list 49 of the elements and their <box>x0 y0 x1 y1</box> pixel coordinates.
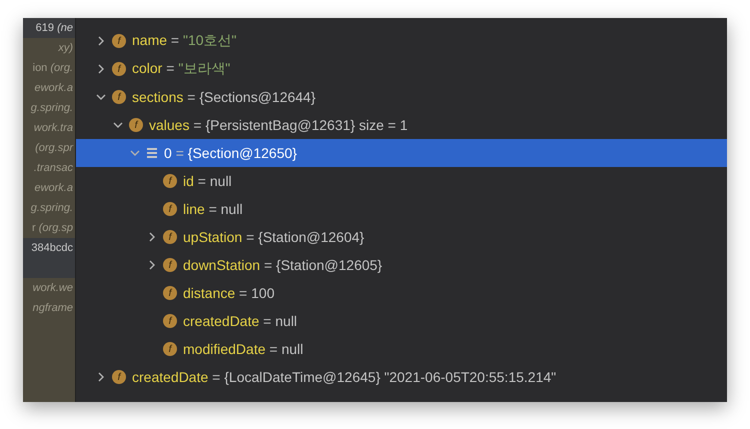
variable-text: 0 = {Section@12650} <box>164 145 297 161</box>
chevron-right-icon[interactable] <box>96 64 106 74</box>
chevron-right-icon[interactable] <box>96 372 106 382</box>
field-icon: f <box>163 286 177 300</box>
variable-text: sections = {Sections@12644} <box>132 89 316 105</box>
field-icon: f <box>129 118 143 132</box>
variable-text: createdDate = {LocalDateTime@12645} "2021-06-05T20:55:15.214" <box>132 369 556 385</box>
variable-text: distance = 100 <box>183 285 274 301</box>
variable-row[interactable]: f line = null <box>76 195 727 223</box>
variable-row[interactable]: f name = "10호선" <box>76 27 727 55</box>
variable-text: values = {PersistentBag@12631} size = 1 <box>149 117 408 133</box>
variable-row[interactable]: f createdDate = null <box>76 307 727 335</box>
variable-row[interactable]: 0 = {Section@12650} <box>76 139 727 167</box>
variable-row[interactable]: f id = null <box>76 167 727 195</box>
field-icon: f <box>163 258 177 272</box>
variable-text: id = null <box>183 173 232 189</box>
field-icon: f <box>163 202 177 216</box>
variable-text: line = null <box>183 201 243 217</box>
frames-gap <box>23 258 75 278</box>
field-icon: f <box>112 90 126 104</box>
field-icon: f <box>112 34 126 48</box>
field-icon: f <box>163 342 177 356</box>
variable-row[interactable]: f color = "보라색" <box>76 55 727 83</box>
field-icon: f <box>112 370 126 384</box>
field-icon: f <box>163 174 177 188</box>
variable-row[interactable]: f distance = 100 <box>76 279 727 307</box>
chevron-right-icon[interactable] <box>96 36 106 46</box>
variable-text: upStation = {Station@12604} <box>183 229 364 245</box>
variable-text: downStation = {Station@12605} <box>183 257 382 273</box>
variable-text: modifiedDate = null <box>183 341 304 357</box>
variable-row[interactable]: f values = {PersistentBag@12631} size = 1 <box>76 111 727 139</box>
chevron-right-icon[interactable] <box>147 232 157 242</box>
list-icon <box>146 147 158 159</box>
variable-row[interactable]: f sections = {Sections@12644} <box>76 83 727 111</box>
variable-text: color = "보라색" <box>132 60 230 78</box>
chevron-right-icon[interactable] <box>147 260 157 270</box>
variable-row[interactable]: f downStation = {Station@12605} <box>76 251 727 279</box>
field-icon: f <box>163 230 177 244</box>
variable-row[interactable]: f modifiedDate = null <box>76 335 727 363</box>
variable-row[interactable]: f createdDate = {LocalDateTime@12645} "2021-06-05T20:55:15.214" <box>76 363 727 391</box>
chevron-down-icon[interactable] <box>96 92 106 102</box>
field-icon: f <box>163 314 177 328</box>
stack-frame[interactable]: 384bcdc <box>23 238 75 258</box>
field-icon: f <box>112 62 126 76</box>
variable-text: createdDate = null <box>183 313 298 329</box>
variable-text: name = "10호선" <box>132 32 237 50</box>
variable-row[interactable]: f upStation = {Station@12604} <box>76 223 727 251</box>
chevron-down-icon[interactable] <box>113 120 123 130</box>
stack-frame[interactable]: 619 (ne <box>23 18 75 38</box>
